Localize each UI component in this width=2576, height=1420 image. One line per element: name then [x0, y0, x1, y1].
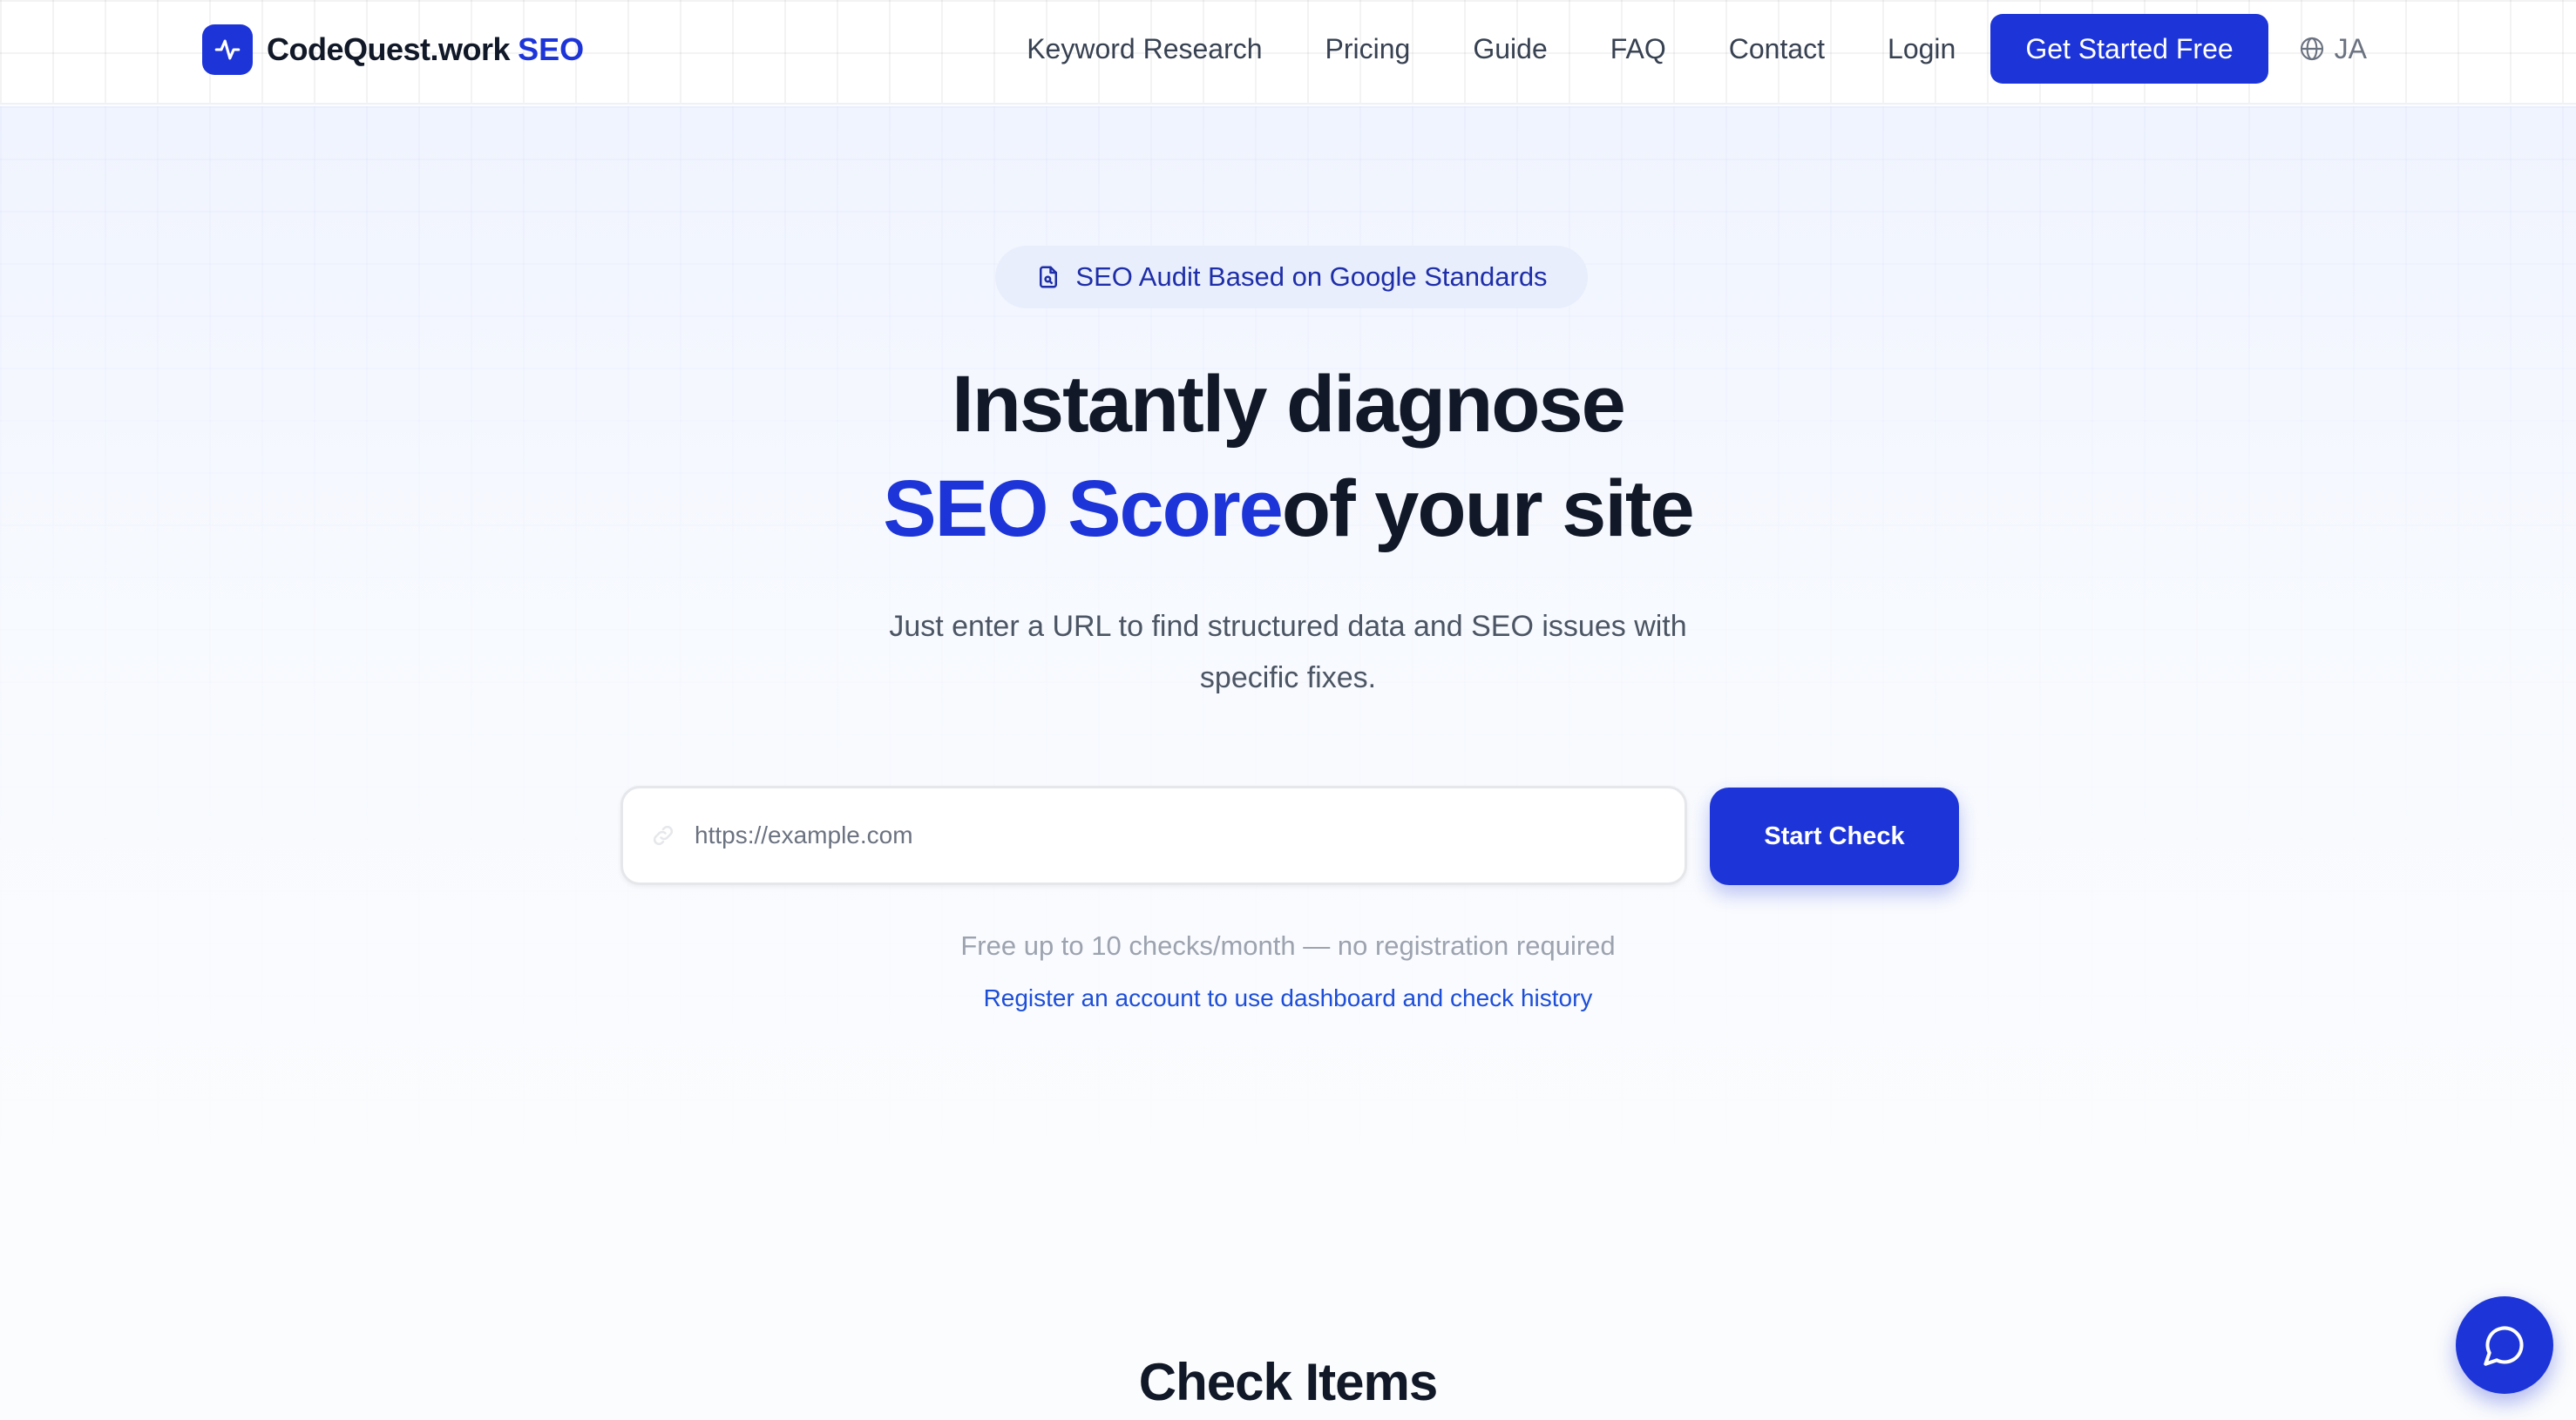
site-header: CodeQuest.work SEO Keyword Research Pric…	[0, 0, 2576, 105]
chat-button[interactable]	[2456, 1296, 2553, 1394]
nav-keyword-research[interactable]: Keyword Research	[1027, 33, 1262, 65]
hero-subtitle: Just enter a URL to find structured data…	[889, 610, 1687, 694]
main-nav: Keyword Research Pricing Guide FAQ Conta…	[1027, 14, 2367, 84]
language-switcher[interactable]: JA	[2298, 33, 2367, 65]
url-input[interactable]	[695, 822, 1653, 849]
free-usage-note: Free up to 10 checks/month — no registra…	[960, 930, 1616, 961]
nav-guide[interactable]: Guide	[1473, 33, 1547, 65]
globe-icon	[2298, 35, 2326, 63]
headline-rest: of your site	[1281, 464, 1695, 553]
page: CodeQuest.work SEO Keyword Research Pric…	[0, 0, 2576, 1420]
chat-bubble-icon	[2482, 1322, 2527, 1368]
link-icon	[647, 820, 679, 851]
badge-label: SEO Audit Based on Google Standards	[1075, 261, 1548, 292]
headline-line-1: Instantly diagnose	[952, 360, 1626, 449]
language-label: JA	[2334, 32, 2367, 64]
brand-accent: SEO	[518, 31, 585, 67]
nav-pricing[interactable]: Pricing	[1325, 33, 1411, 65]
audit-badge: SEO Audit Based on Google Standards	[995, 246, 1588, 308]
headline-line-2: SEO Scoreof your site	[0, 456, 2576, 561]
register-link[interactable]: Register an account to use dashboard and…	[0, 984, 2576, 1012]
headline-accent: SEO Score	[883, 464, 1284, 553]
nav-login[interactable]: Login	[1888, 33, 1956, 65]
brand-name: CodeQuest.work	[267, 31, 511, 67]
check-items-title: Check Items	[1138, 1353, 1439, 1411]
start-check-button[interactable]: Start Check	[1710, 788, 1959, 885]
nav-contact[interactable]: Contact	[1729, 33, 1825, 65]
url-input-box[interactable]	[620, 786, 1687, 885]
document-search-icon	[1035, 264, 1061, 290]
get-started-button[interactable]: Get Started Free	[1990, 14, 2268, 84]
activity-pulse-icon	[202, 24, 253, 75]
nav-faq[interactable]: FAQ	[1610, 33, 1666, 65]
brand-link[interactable]: CodeQuest.work SEO	[202, 24, 584, 75]
